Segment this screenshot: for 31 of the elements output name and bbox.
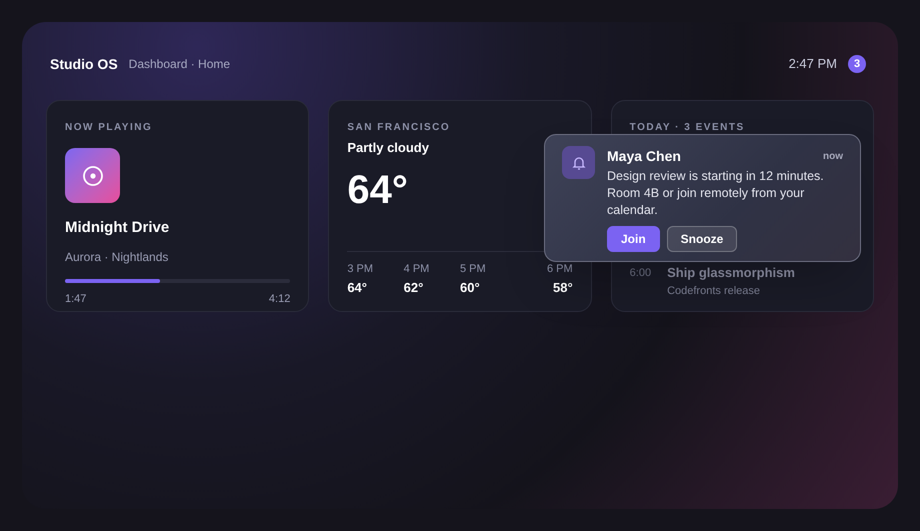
event-subtitle: Codefronts release — [667, 284, 762, 298]
brand-title: Studio OS — [50, 54, 118, 74]
forecast-hour: 5 PM — [460, 262, 487, 277]
notification-time: now — [823, 150, 843, 164]
notification-badge[interactable]: 3 — [848, 55, 866, 73]
forecast-hour: 6 PM — [546, 262, 573, 277]
forecast-temp: 62° — [404, 278, 424, 296]
forecast-temp: 64° — [347, 278, 368, 296]
weather-condition: Partly cloudy — [347, 139, 430, 157]
forecast-hour: 3 PM — [347, 262, 374, 277]
breadcrumb: Dashboard · Home — [128, 56, 230, 73]
track-title: Midnight Drive — [65, 218, 170, 238]
track-artist: Aurora · Nightlands — [65, 248, 170, 266]
section-label: NOW PLAYING — [65, 121, 154, 135]
elapsed-time: 1:47 — [65, 292, 86, 306]
city-label: SAN FRANCISCO — [347, 121, 452, 135]
sender-name: Maya Chen — [607, 147, 681, 166]
temperature: 64° — [347, 166, 409, 214]
bell-icon — [562, 146, 595, 179]
event-time: 6:00 — [630, 266, 652, 281]
event-title: Ship glassmorphism — [667, 264, 795, 282]
join-button[interactable]: Join — [607, 226, 660, 252]
forecast-temp: 58° — [552, 278, 573, 296]
section-label: TODAY · 3 EVENTS — [630, 121, 746, 135]
snooze-button[interactable]: Snooze — [666, 226, 738, 252]
disc-icon — [82, 164, 104, 186]
total-time: 4:12 — [268, 292, 290, 306]
forecast-temp: 60° — [460, 278, 481, 296]
forecast-hour: 4 PM — [404, 262, 430, 277]
clock-time: 2:47 PM — [788, 55, 837, 74]
notification-message: Design review is starting in 12 minutes. Room 4B or join remotely from your calendar. — [607, 168, 825, 219]
